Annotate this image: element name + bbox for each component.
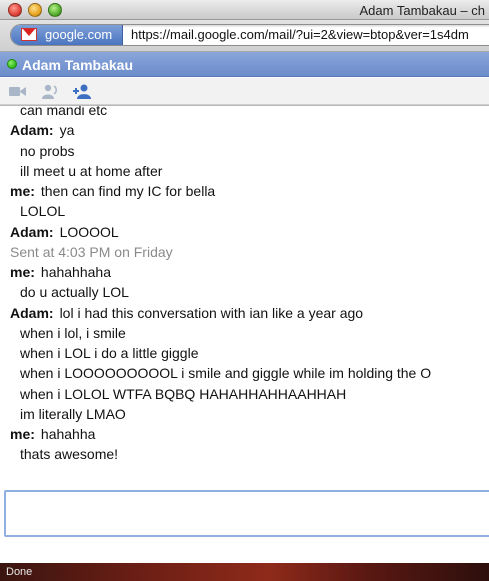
message-line: ill meet u at home after [0,161,489,181]
url-text[interactable]: https://mail.google.com/mail/?ui=2&view=… [131,27,469,42]
message-text: lol i had this conversation with ian lik… [59,304,364,321]
chat-toolbar [0,78,489,105]
message-line: im literally LMAO [0,404,489,424]
gmail-icon [21,28,37,41]
message-line: me: hahahha [0,424,489,444]
message-text: do u actually LOL [20,284,129,301]
message-line: no probs [0,141,489,161]
video-icon[interactable] [8,83,28,100]
voice-call-icon[interactable] [40,83,60,100]
window-titlebar: Adam Tambakau – ch [0,0,489,20]
message-line: do u actually LOL [0,282,489,302]
message-text: when i lol, i smile [20,324,126,341]
address-bar: google.com https://mail.google.com/mail/… [0,20,489,52]
message-line: me: hahahhaha [0,262,489,282]
message-line: when i LOOOOOOOOOL i smile and giggle wh… [0,363,489,383]
message-text: hahahhaha [40,264,111,280]
site-identity-badge[interactable]: google.com [11,25,123,45]
message-input[interactable] [4,490,489,537]
message-line: when i LOL i do a little giggle [0,343,489,363]
message-sender: Adam: [10,304,54,321]
message-text: LOOOOL [59,223,119,240]
message-line: Adam: ya [0,120,489,140]
message-list: can mandi etc Adam: ya no probs ill meet u a… [0,106,489,465]
message-line: LOLOL [0,201,489,221]
message-text: when i LOLOL WTFA BQBQ HAHAHHAHHAAHHAH [20,385,347,402]
message-text: hahahha [40,426,96,442]
timestamp-line: Sent at 4:03 PM on Friday [0,242,489,262]
message-sender: me: [10,264,35,280]
message-sender: Adam: [10,223,54,240]
timestamp-text: Sent at 4:03 PM on Friday [10,243,173,260]
browser-status-bar: Done [0,563,489,581]
message-line: can mandi etc [0,106,489,120]
message-text: LOLOL [20,203,66,220]
message-text: then can find my IC for bella [40,183,216,199]
message-line: when i LOLOL WTFA BQBQ HAHAHHAHHAAHHAH [0,384,489,404]
message-text: im literally LMAO [20,405,126,422]
message-text: ill meet u at home after [20,162,163,179]
compose-area [0,487,489,539]
message-text: thats awesome! [20,446,119,463]
url-field[interactable]: google.com https://mail.google.com/mail/… [10,24,489,46]
chat-transcript[interactable]: can mandi etc Adam: ya no probs ill meet u a… [0,106,489,487]
message-line: thats awesome! [0,444,489,464]
window-title: Adam Tambakau – ch [359,3,486,18]
message-sender: me: [10,183,35,199]
status-text: Done [6,566,33,578]
message-line: me: then can find my IC for bella [0,181,489,201]
chat-header: Adam Tambakau [0,52,489,77]
message-text: when i LOOOOOOOOOL i smile and giggle wh… [20,365,432,382]
message-line: Adam: lol i had this conversation with ia… [0,303,489,323]
contact-name[interactable]: Adam Tambakau [22,57,133,73]
message-text: ya [59,122,75,139]
message-sender: Adam: [10,122,54,139]
message-line: Adam: LOOOOL [0,222,489,242]
online-status-icon [7,59,17,69]
message-line: when i lol, i smile [0,323,489,343]
message-sender: me: [10,426,35,442]
site-name: google.com [45,27,113,42]
message-text: when i LOL i do a little giggle [20,345,199,361]
message-text: no probs [20,142,75,159]
add-person-icon[interactable] [72,83,92,100]
message-text: can mandi etc [20,106,108,118]
